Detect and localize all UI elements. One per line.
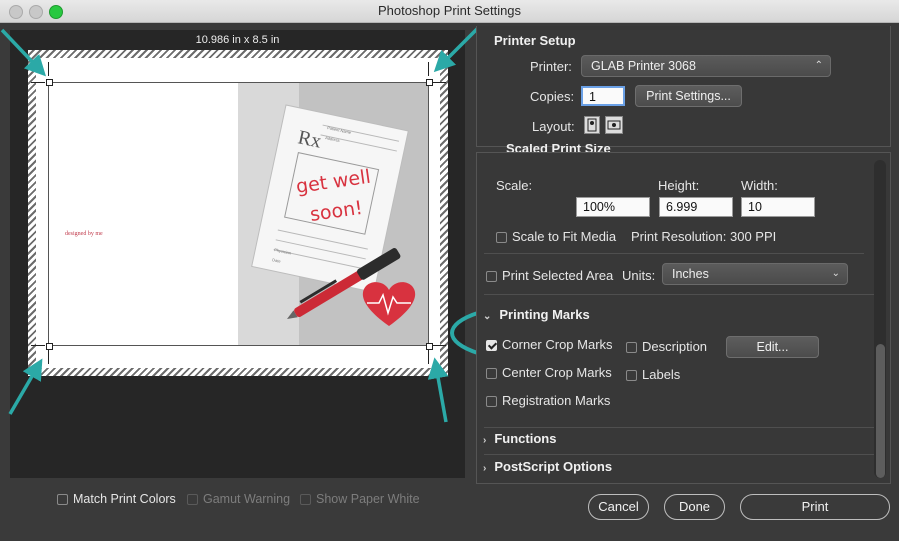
match-print-colors-label: Match Print Colors bbox=[73, 492, 176, 506]
scale-input[interactable]: 100% bbox=[576, 197, 650, 217]
scale-label: Scale: bbox=[496, 178, 533, 193]
title-bar: Photoshop Print Settings bbox=[0, 0, 899, 23]
units-select[interactable]: Inches ⌄ bbox=[662, 263, 848, 285]
divider bbox=[484, 427, 874, 428]
scale-to-fit-label: Scale to Fit Media bbox=[512, 229, 617, 244]
registration-marks-checkbox[interactable] bbox=[486, 396, 497, 407]
window-title: Photoshop Print Settings bbox=[377, 3, 522, 18]
divider bbox=[484, 454, 874, 455]
chevron-down-icon: ⌄ bbox=[831, 268, 840, 279]
description-checkbox[interactable] bbox=[626, 342, 637, 353]
width-input[interactable]: 10 bbox=[741, 197, 815, 217]
layout-label: Layout: bbox=[532, 119, 575, 134]
edit-description-button[interactable]: Edit... bbox=[726, 336, 819, 358]
disclosure-closed-icon: › bbox=[483, 463, 487, 474]
units-value: Inches bbox=[672, 267, 709, 281]
get-well-card-illustration: Rx Patient Name Address get well soon! P… bbox=[251, 104, 416, 326]
scaled-print-size-header: Scaled Print Size bbox=[506, 144, 611, 152]
corner-crop-mark bbox=[48, 350, 49, 364]
center-crop-marks-label: Center Crop Marks bbox=[502, 365, 612, 380]
gamut-warning-option: Gamut Warning bbox=[187, 492, 290, 506]
corner-crop-mark bbox=[31, 82, 45, 83]
registration-marks-label: Registration Marks bbox=[502, 393, 611, 408]
disclosure-open-icon: ⌄ bbox=[483, 311, 492, 322]
portrait-layout-icon[interactable] bbox=[584, 116, 600, 134]
printer-select[interactable]: GLAB Printer 3068 ⌃ bbox=[581, 55, 831, 77]
print-selected-area-label: Print Selected Area bbox=[502, 268, 614, 283]
labels-option[interactable]: Labels bbox=[626, 367, 680, 382]
corner-crop-mark bbox=[432, 82, 446, 83]
divider bbox=[484, 294, 874, 295]
corner-crop-mark bbox=[48, 62, 49, 76]
corner-crop-marks-label: Corner Crop Marks bbox=[502, 337, 613, 352]
labels-checkbox[interactable] bbox=[626, 370, 637, 381]
print-button[interactable]: Print bbox=[740, 494, 890, 520]
corner-crop-mark bbox=[428, 62, 429, 76]
show-paper-white-checkbox bbox=[300, 494, 311, 505]
printer-label: Printer: bbox=[530, 59, 572, 74]
image-preview[interactable]: Rx Patient Name Address get well soon! P… bbox=[48, 82, 429, 346]
match-print-colors-option[interactable]: Match Print Colors bbox=[57, 492, 176, 506]
print-selected-area-option[interactable]: Print Selected Area bbox=[486, 268, 613, 283]
match-print-colors-checkbox[interactable] bbox=[57, 494, 68, 505]
scale-to-fit-checkbox[interactable] bbox=[496, 232, 507, 243]
crop-handle-bottom-left[interactable] bbox=[46, 343, 53, 350]
center-crop-marks-checkbox[interactable] bbox=[486, 368, 497, 379]
width-label: Width: bbox=[741, 178, 778, 193]
printing-marks-section-toggle[interactable]: ⌄ Printing Marks bbox=[483, 307, 590, 322]
functions-section-toggle[interactable]: › Functions bbox=[483, 431, 556, 446]
scale-to-fit-option[interactable]: Scale to Fit Media bbox=[496, 229, 616, 244]
height-input[interactable]: 6.999 bbox=[659, 197, 733, 217]
designed-by-text: designed by me bbox=[65, 231, 103, 237]
divider bbox=[484, 253, 864, 254]
show-paper-white-option: Show Paper White bbox=[300, 492, 420, 506]
corner-crop-mark bbox=[432, 345, 446, 346]
copies-label: Copies: bbox=[530, 89, 575, 104]
landscape-layout-icon[interactable] bbox=[605, 116, 623, 134]
postscript-options-header: PostScript Options bbox=[494, 459, 613, 474]
cancel-button[interactable]: Cancel bbox=[588, 494, 649, 520]
printer-setup-header: Printer Setup bbox=[494, 33, 576, 48]
done-button[interactable]: Done bbox=[664, 494, 725, 520]
print-selected-area-checkbox[interactable] bbox=[486, 271, 497, 282]
print-settings-button[interactable]: Print Settings... bbox=[635, 85, 742, 107]
printer-value: GLAB Printer 3068 bbox=[591, 59, 696, 73]
chevron-down-icon: ⌃ bbox=[814, 60, 823, 71]
paper-size-label: 10.986 in x 8.5 in bbox=[195, 34, 280, 46]
printing-marks-header: Printing Marks bbox=[499, 307, 590, 322]
gamut-warning-checkbox bbox=[187, 494, 198, 505]
corner-crop-mark bbox=[31, 345, 45, 346]
corner-crop-marks-checkbox[interactable] bbox=[486, 340, 497, 351]
units-label: Units: bbox=[622, 268, 656, 283]
functions-header: Functions bbox=[494, 431, 557, 446]
description-label: Description bbox=[642, 339, 708, 354]
registration-marks-option[interactable]: Registration Marks bbox=[486, 393, 610, 408]
corner-crop-marks-option[interactable]: Corner Crop Marks bbox=[486, 337, 613, 352]
postscript-options-section-toggle[interactable]: › PostScript Options bbox=[483, 459, 612, 474]
gamut-warning-label: Gamut Warning bbox=[203, 492, 291, 506]
disclosure-closed-icon: › bbox=[483, 435, 487, 446]
crop-handle-top-left[interactable] bbox=[46, 79, 53, 86]
scrollbar-thumb[interactable] bbox=[876, 344, 885, 478]
show-paper-white-label: Show Paper White bbox=[316, 492, 420, 506]
print-resolution-text: Print Resolution: 300 PPI bbox=[631, 229, 777, 244]
center-crop-marks-option[interactable]: Center Crop Marks bbox=[486, 365, 612, 380]
height-label: Height: bbox=[658, 178, 700, 193]
description-option[interactable]: Description bbox=[626, 339, 707, 354]
copies-input[interactable]: 1 bbox=[581, 86, 625, 106]
labels-label: Labels bbox=[642, 367, 681, 382]
corner-crop-mark bbox=[428, 350, 429, 364]
